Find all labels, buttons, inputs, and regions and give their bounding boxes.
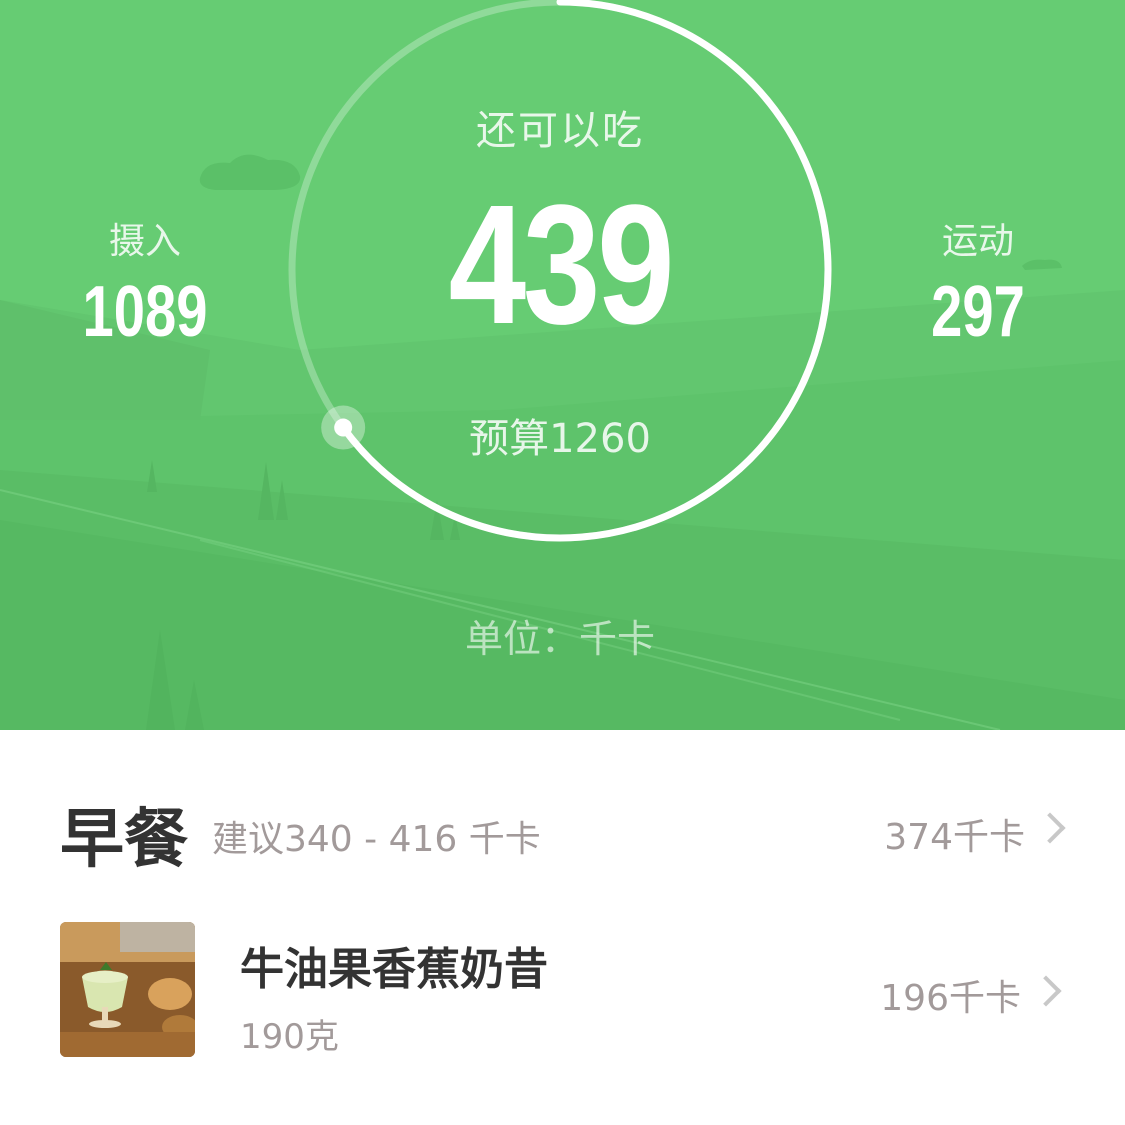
chevron-right-icon [1030, 975, 1062, 1007]
milkshake-photo-icon [60, 922, 195, 1057]
food-calories: 196千卡 [880, 978, 1021, 1019]
intake-label: 摄入 [108, 221, 181, 262]
meal-total-calories: 374千卡 [884, 817, 1025, 858]
meal-title: 早餐 [60, 803, 188, 877]
exercise-calories: 297 [931, 272, 1025, 352]
calorie-summary-panel: 还可以吃 439 预算1260 摄入 1089 运动 297 单位：千卡 [0, 0, 1125, 730]
chevron-right-icon [1034, 812, 1066, 844]
exercise-label: 运动 [941, 221, 1014, 262]
breakfast-section-header[interactable]: 早餐 建议340 - 416 千卡 374千卡 [0, 770, 1125, 880]
intake-calories: 1089 [82, 272, 208, 352]
budget-text: 预算1260 [469, 416, 651, 462]
food-name: 牛油果香蕉奶昔 [240, 944, 548, 995]
remaining-calories: 439 [448, 170, 675, 360]
unit-note: 单位：千卡 [464, 617, 655, 661]
food-list-item[interactable]: 牛油果香蕉奶昔 190克 196千卡 [0, 905, 1125, 1075]
food-weight: 190克 [240, 1017, 339, 1057]
meal-suggestion: 建议340 - 416 千卡 [212, 819, 541, 860]
remaining-label: 还可以吃 [476, 108, 644, 154]
